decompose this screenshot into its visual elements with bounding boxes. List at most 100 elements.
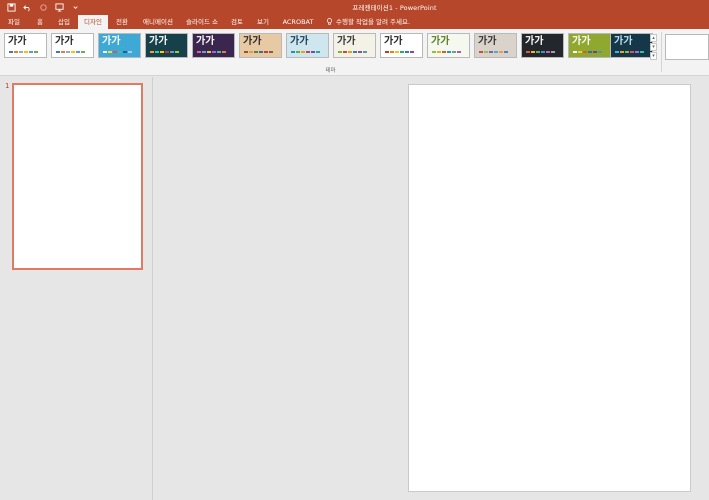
color-swatch — [311, 51, 315, 53]
theme-thumbnail[interactable]: 가가 — [51, 33, 94, 58]
color-swatch — [353, 51, 357, 53]
theme-color-swatches — [432, 51, 461, 53]
theme-color-swatches — [385, 51, 414, 53]
theme-label: 가가 — [431, 36, 450, 47]
color-swatch — [437, 51, 441, 53]
window-title: 프레젠테이션1 - PowerPoint — [352, 4, 437, 12]
color-swatch — [447, 51, 451, 53]
color-swatch — [61, 51, 65, 53]
color-swatch — [494, 51, 498, 53]
theme-thumbnail[interactable]: 가가 — [610, 33, 653, 58]
theme-thumbnail[interactable]: 가가 — [474, 33, 517, 58]
color-swatch — [128, 51, 132, 53]
color-swatch — [615, 51, 619, 53]
tab-design[interactable]: 디자인 — [78, 15, 108, 29]
color-swatch — [254, 51, 258, 53]
color-swatch — [118, 51, 122, 53]
color-swatch — [541, 51, 545, 53]
color-swatch — [217, 51, 221, 53]
color-swatch — [635, 51, 639, 53]
theme-color-swatches — [526, 51, 555, 53]
color-swatch — [640, 51, 644, 53]
theme-label: 가가 — [243, 36, 262, 47]
tab-insert[interactable]: 삽입 — [54, 15, 74, 29]
tell-me-text: 수행할 작업을 알려 주세요. — [336, 18, 411, 26]
color-swatch — [625, 51, 629, 53]
tab-file[interactable]: 파일 — [4, 15, 24, 29]
color-swatch — [113, 51, 117, 53]
theme-color-swatches — [9, 51, 38, 53]
slide-canvas[interactable] — [408, 84, 691, 492]
color-swatch — [400, 51, 404, 53]
theme-color-swatches — [338, 51, 367, 53]
gallery-up-icon[interactable]: ▴ — [650, 34, 657, 42]
color-swatch — [269, 51, 273, 53]
design-ribbon: 가가 가가 가가 가가 가가 가가 가가 가가 가가 가가 가가 가가 가가 가가 ▴ ▾ ▾ 테마 — [0, 29, 709, 76]
color-swatch — [405, 51, 409, 53]
theme-label: 가가 — [8, 36, 27, 47]
theme-thumbnail[interactable]: 가가 — [521, 33, 564, 58]
theme-thumbnail[interactable]: 가가 — [192, 33, 235, 58]
theme-label: 가가 — [614, 36, 633, 47]
theme-color-swatches — [573, 51, 602, 53]
gallery-more-icon[interactable]: ▾ — [650, 52, 657, 60]
color-swatch — [296, 51, 300, 53]
color-swatch — [123, 51, 127, 53]
theme-thumbnail[interactable]: 가가 — [333, 33, 376, 58]
color-swatch — [536, 51, 540, 53]
theme-label: 가가 — [384, 36, 403, 47]
theme-label: 가가 — [196, 36, 215, 47]
color-swatch — [108, 51, 112, 53]
color-swatch — [358, 51, 362, 53]
title-bar: 프레젠테이션1 - PowerPoint — [0, 0, 709, 15]
color-swatch — [202, 51, 206, 53]
color-swatch — [432, 51, 436, 53]
ribbon-separator — [661, 32, 662, 72]
tell-me-box[interactable]: 수행할 작업을 알려 주세요. — [326, 15, 410, 29]
tab-transitions[interactable]: 전환 — [112, 15, 132, 29]
color-swatch — [19, 51, 23, 53]
theme-thumbnail[interactable]: 가가 — [4, 33, 47, 58]
theme-color-swatches — [615, 51, 644, 53]
theme-label: 가가 — [55, 36, 74, 47]
theme-color-swatches — [56, 51, 85, 53]
color-swatch — [363, 51, 367, 53]
theme-thumbnail[interactable]: 가가 — [568, 33, 611, 58]
variant-thumbnail[interactable] — [665, 34, 709, 60]
color-swatch — [598, 51, 602, 53]
color-swatch — [150, 51, 154, 53]
color-swatch — [34, 51, 38, 53]
color-swatch — [165, 51, 169, 53]
theme-thumbnail[interactable]: 가가 — [98, 33, 141, 58]
tab-review[interactable]: 검토 — [227, 15, 247, 29]
theme-thumbnail[interactable]: 가가 — [427, 33, 470, 58]
slide-thumbnail[interactable] — [12, 83, 143, 270]
theme-thumbnail[interactable]: 가가 — [286, 33, 329, 58]
color-swatch — [76, 51, 80, 53]
tab-view[interactable]: 보기 — [253, 15, 273, 29]
color-swatch — [578, 51, 582, 53]
color-swatch — [175, 51, 179, 53]
color-swatch — [56, 51, 60, 53]
color-swatch — [24, 51, 28, 53]
tab-home[interactable]: 홈 — [30, 15, 50, 29]
color-swatch — [620, 51, 624, 53]
tab-slideshow[interactable]: 슬라이드 쇼 — [183, 15, 221, 29]
color-swatch — [301, 51, 305, 53]
tab-animations[interactable]: 애니메이션 — [139, 15, 177, 29]
gallery-down-icon[interactable]: ▾ — [650, 43, 657, 51]
theme-thumbnail[interactable]: 가가 — [239, 33, 282, 58]
theme-thumbnail[interactable]: 가가 — [145, 33, 188, 58]
gallery-scroll: ▴ ▾ ▾ — [650, 34, 657, 60]
color-swatch — [14, 51, 18, 53]
tab-acrobat[interactable]: ACROBAT — [281, 15, 315, 29]
theme-thumbnail[interactable]: 가가 — [380, 33, 423, 58]
color-swatch — [244, 51, 248, 53]
color-swatch — [81, 51, 85, 53]
color-swatch — [526, 51, 530, 53]
theme-color-swatches — [150, 51, 179, 53]
slide-editor — [154, 77, 709, 500]
color-swatch — [484, 51, 488, 53]
color-swatch — [395, 51, 399, 53]
color-swatch — [316, 51, 320, 53]
